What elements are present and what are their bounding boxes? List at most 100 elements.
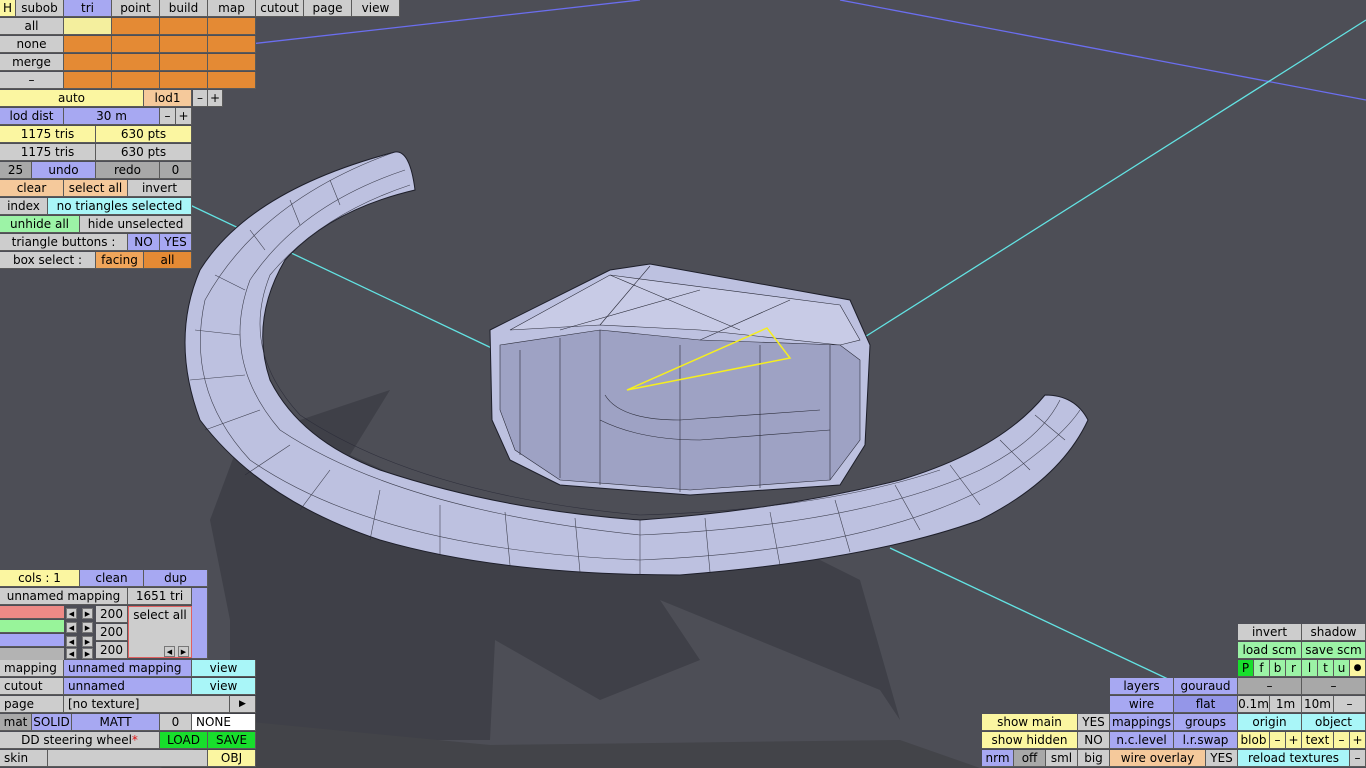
lod-dist-minus[interactable]: – <box>160 108 176 125</box>
load-scm-button[interactable]: load scm <box>1238 642 1302 659</box>
clear-button[interactable]: clear <box>0 180 64 197</box>
grid-cell[interactable] <box>64 18 112 35</box>
cutout-select[interactable]: unnamed <box>64 678 192 695</box>
grid-cell[interactable] <box>64 72 112 89</box>
index-button[interactable]: index <box>0 198 48 215</box>
select-all-tri-button[interactable]: select all <box>64 180 128 197</box>
object-button[interactable]: object <box>1302 714 1366 731</box>
model-name[interactable]: DD steering wheel* <box>0 732 160 749</box>
grid-minus-button[interactable]: – <box>1334 696 1366 713</box>
normals-big-button[interactable]: big <box>1078 750 1110 767</box>
skin-field[interactable] <box>48 750 208 767</box>
view-p-button[interactable]: P <box>1238 660 1254 677</box>
origin-button[interactable]: origin <box>1238 714 1302 731</box>
flat-button[interactable]: flat <box>1174 696 1238 713</box>
view-b-button[interactable]: b <box>1270 660 1286 677</box>
green-slider[interactable] <box>0 620 64 633</box>
red-slider[interactable] <box>0 606 64 619</box>
grid-cell[interactable] <box>112 72 160 89</box>
dash-button[interactable]: – <box>1238 678 1302 695</box>
load-button[interactable]: LOAD <box>160 732 208 749</box>
grid-01m-button[interactable]: 0.1m <box>1238 696 1270 713</box>
select-all-button[interactable]: all <box>0 18 64 35</box>
mapping-select[interactable]: unnamed mapping <box>64 660 192 677</box>
view-invert-button[interactable]: invert <box>1238 624 1302 641</box>
wire-overlay-toggle[interactable]: YES <box>1206 750 1238 767</box>
blob-plus-button[interactable]: + <box>1286 732 1302 749</box>
lr-swap-button[interactable]: l.r.swap <box>1174 732 1238 749</box>
reload-minus-button[interactable]: – <box>1350 750 1366 767</box>
tab-tri[interactable]: tri <box>64 0 112 17</box>
matt-button[interactable]: MATT <box>72 714 160 731</box>
dup-button[interactable]: dup <box>144 570 208 587</box>
invert-button[interactable]: invert <box>128 180 192 197</box>
left-arrow-icon[interactable]: ◀ <box>164 646 175 657</box>
normals-nrm-button[interactable]: nrm <box>982 750 1014 767</box>
tab-subob[interactable]: subob <box>16 0 64 17</box>
view-t-button[interactable]: t <box>1318 660 1334 677</box>
tab-cutout[interactable]: cutout <box>256 0 304 17</box>
tab-map[interactable]: map <box>208 0 256 17</box>
view-l-button[interactable]: l <box>1302 660 1318 677</box>
grid-cell[interactable] <box>64 36 112 53</box>
right-arrow-icon[interactable]: ▶ <box>82 636 93 647</box>
tab-page[interactable]: page <box>304 0 352 17</box>
blob-minus-button[interactable]: – <box>1270 732 1286 749</box>
nc-level-button[interactable]: n.c.level <box>1110 732 1174 749</box>
shadow-button[interactable]: shadow <box>1302 624 1366 641</box>
mapping-view-button[interactable]: view <box>192 660 256 677</box>
grid-cell[interactable] <box>64 54 112 71</box>
none-field[interactable]: NONE <box>192 714 256 731</box>
grid-cell[interactable] <box>160 18 208 35</box>
lod-dist-plus[interactable]: + <box>176 108 192 125</box>
dot-icon[interactable]: ● <box>1350 660 1366 677</box>
grid-cell[interactable] <box>160 36 208 53</box>
groups-button[interactable]: groups <box>1174 714 1238 731</box>
h-button[interactable]: H <box>0 0 16 17</box>
minus-button[interactable]: – <box>0 72 64 89</box>
lod-dist-value[interactable]: 30 m <box>64 108 160 125</box>
auto-button[interactable]: auto <box>0 90 144 107</box>
mapping-scrollbar[interactable] <box>192 588 208 659</box>
grid-cell[interactable] <box>208 54 256 71</box>
save-button[interactable]: SAVE <box>208 732 256 749</box>
grid-cell[interactable] <box>208 72 256 89</box>
obj-button[interactable]: OBJ <box>208 750 256 767</box>
grid-cell[interactable] <box>208 18 256 35</box>
solid-button[interactable]: SOLID <box>32 714 72 731</box>
tab-build[interactable]: build <box>160 0 208 17</box>
clean-button[interactable]: clean <box>80 570 144 587</box>
show-hidden-toggle[interactable]: NO <box>1078 732 1110 749</box>
left-arrow-icon[interactable]: ◀ <box>66 622 77 633</box>
select-none-button[interactable]: none <box>0 36 64 53</box>
grid-cell[interactable] <box>160 72 208 89</box>
layers-button[interactable]: layers <box>1110 678 1174 695</box>
save-scm-button[interactable]: save scm <box>1302 642 1366 659</box>
cols-button[interactable]: cols : 1 <box>0 570 80 587</box>
hide-unselected-button[interactable]: hide unselected <box>80 216 192 233</box>
text-plus-button[interactable]: + <box>1350 732 1366 749</box>
grid-cell[interactable] <box>112 36 160 53</box>
reload-textures-button[interactable]: reload textures <box>1238 750 1350 767</box>
box-select-facing[interactable]: facing <box>96 252 144 269</box>
grid-cell[interactable] <box>208 36 256 53</box>
mappings-button[interactable]: mappings <box>1110 714 1174 731</box>
right-arrow-icon[interactable]: ▶ <box>82 648 93 659</box>
grid-cell[interactable] <box>160 54 208 71</box>
lod1-button[interactable]: lod1 <box>144 90 192 107</box>
box-select-all[interactable]: all <box>144 252 192 269</box>
page-select[interactable]: [no texture] <box>64 696 230 713</box>
grid-cell[interactable] <box>112 54 160 71</box>
left-arrow-icon[interactable]: ◀ <box>66 636 77 647</box>
tab-view[interactable]: view <box>352 0 400 17</box>
left-arrow-icon[interactable]: ◀ <box>66 608 77 619</box>
triangle-buttons-no[interactable]: NO <box>128 234 160 251</box>
left-arrow-icon[interactable]: ◀ <box>66 648 77 659</box>
grid-10m-button[interactable]: 10m <box>1302 696 1334 713</box>
right-arrow-icon[interactable]: ▶ <box>82 608 93 619</box>
lod-minus-button[interactable]: – <box>193 90 208 107</box>
view-f-button[interactable]: f <box>1254 660 1270 677</box>
right-arrow-icon[interactable]: ▶ <box>82 622 93 633</box>
normals-off-button[interactable]: off <box>1014 750 1046 767</box>
merge-button[interactable]: merge <box>0 54 64 71</box>
